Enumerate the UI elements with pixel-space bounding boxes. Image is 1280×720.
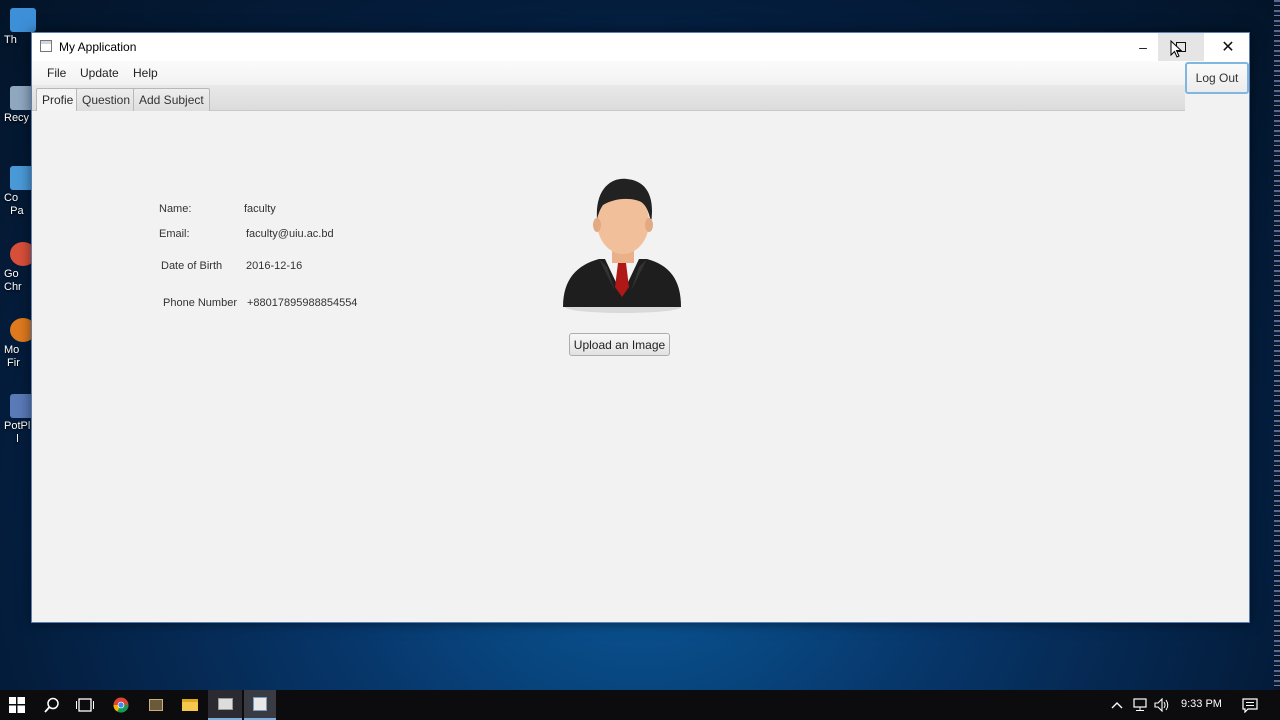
desktop-edge-strip <box>1274 0 1280 690</box>
phone-value: +88017895988854554 <box>247 297 358 309</box>
network-icon <box>1133 698 1147 711</box>
tab-profile[interactable]: Profie <box>36 88 80 111</box>
taskbar-java-app[interactable] <box>244 690 276 720</box>
search-icon <box>44 697 59 713</box>
taskbar-file-explorer[interactable] <box>174 690 206 720</box>
search-button[interactable] <box>36 690 68 720</box>
email-label: Email: <box>159 228 190 240</box>
logout-button[interactable]: Log Out <box>1185 62 1249 94</box>
email-value: faculty@uiu.ac.bd <box>246 228 334 240</box>
profile-avatar <box>563 178 681 313</box>
chevron-up-icon <box>1111 702 1123 709</box>
tab-add-subject[interactable]: Add Subject <box>133 88 210 111</box>
phone-label: Phone Number <box>163 297 237 309</box>
window-app-icon <box>217 698 233 710</box>
app-window-icon <box>40 40 52 52</box>
upload-image-button[interactable]: Upload an Image <box>569 333 670 356</box>
tray-overflow-button[interactable] <box>1108 690 1126 720</box>
app-icon <box>149 699 163 711</box>
tab-question[interactable]: Question <box>76 88 137 111</box>
close-icon: ✕ <box>1221 39 1235 56</box>
window-title: My Application <box>59 40 137 54</box>
windows-start-icon <box>9 697 25 713</box>
task-view-button[interactable] <box>70 690 100 720</box>
name-label: Name: <box>159 203 192 215</box>
task-view-icon <box>76 698 94 712</box>
taskbar-chrome[interactable] <box>105 690 137 720</box>
taskbar: 9:33 PM <box>0 690 1280 720</box>
action-center-button[interactable] <box>1236 690 1264 720</box>
dob-value: 2016-12-16 <box>246 260 303 272</box>
chrome-icon <box>113 697 129 713</box>
start-button[interactable] <box>0 690 34 720</box>
menu-bar: File Update Help <box>32 61 1249 85</box>
clock[interactable]: 9:33 PM <box>1181 698 1222 710</box>
menu-help[interactable]: Help <box>133 66 158 80</box>
tab-bar: Profie Question Add Subject <box>32 85 1185 111</box>
name-value: faculty <box>244 203 276 215</box>
volume-button[interactable] <box>1152 690 1172 720</box>
menu-file[interactable]: File <box>47 66 66 80</box>
this-pc-icon <box>10 8 36 32</box>
notification-icon <box>1242 697 1258 713</box>
menu-update[interactable]: Update <box>80 66 119 80</box>
dob-label: Date of Birth <box>161 260 223 272</box>
minimize-icon: – <box>1139 39 1147 55</box>
file-explorer-icon <box>182 699 198 711</box>
network-button[interactable] <box>1130 690 1150 720</box>
taskbar-window-app[interactable] <box>208 690 242 720</box>
mouse-cursor-icon <box>1170 40 1182 58</box>
taskbar-app[interactable] <box>140 690 172 720</box>
java-app-icon <box>253 697 267 711</box>
title-bar[interactable]: My Application – ✕ <box>32 33 1249 61</box>
volume-icon <box>1154 698 1169 712</box>
close-button[interactable]: ✕ <box>1205 33 1251 61</box>
app-window: My Application – ✕ File Update Help Prof… <box>31 32 1250 623</box>
